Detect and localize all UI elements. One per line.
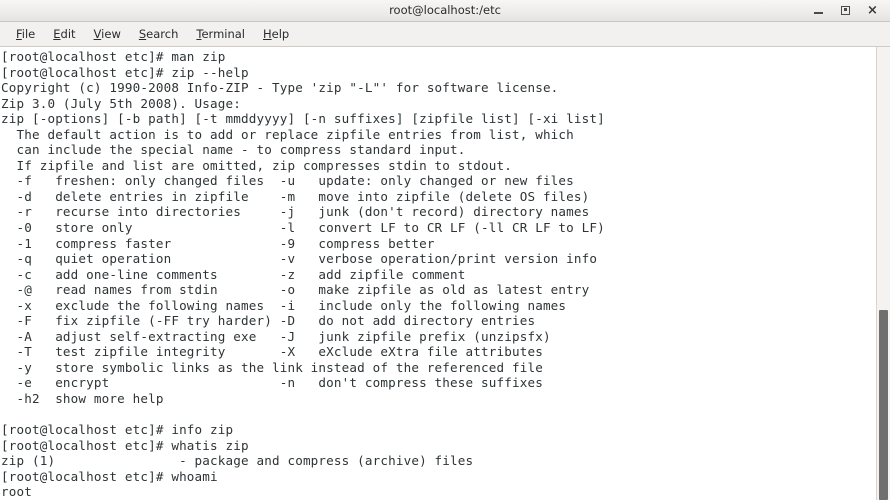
terminal-line: -A adjust self-extracting exe -J junk zi… (1, 328, 551, 344)
terminal-line: -y store symbolic links as the link inst… (1, 359, 543, 375)
menu-label: elp (271, 27, 290, 41)
terminal-line: [root@localhost etc]# whoami (1, 468, 218, 484)
terminal-line: -c add one-line comments -z add zipfile … (1, 266, 466, 282)
menu-item-search[interactable]: Search (130, 25, 188, 43)
menu-item-file[interactable]: File (7, 25, 44, 43)
menu-item-terminal[interactable]: Terminal (187, 25, 254, 43)
terminal-output[interactable]: [root@localhost etc]# man zip [root@local… (0, 47, 876, 500)
terminal-line: Zip 3.0 (July 5th 2008). Usage: (1, 95, 242, 111)
terminal-line: -F fix zipfile (-FF try harder) -D do no… (1, 313, 536, 329)
terminal-line: The default action is to add or replace … (1, 126, 574, 142)
terminal-line: root (1, 484, 32, 500)
terminal-line: [root@localhost etc]# info zip (1, 422, 234, 438)
terminal-line: -e encrypt -n don't compress these suffi… (1, 375, 543, 391)
menu-item-view[interactable]: View (85, 25, 130, 43)
menubar: File Edit View Search Terminal Help (0, 22, 890, 47)
terminal-line: If zipfile and list are omitted, zip com… (1, 157, 512, 173)
menu-item-help[interactable]: Help (254, 25, 298, 43)
menu-item-edit[interactable]: Edit (44, 25, 84, 43)
menu-label: earch (146, 27, 179, 41)
menu-mnemonic: E (53, 27, 61, 41)
terminal-line: -d delete entries in zipfile -m move int… (1, 188, 590, 204)
window-controls: × (812, 4, 890, 17)
titlebar[interactable]: root@localhost:/etc × (0, 0, 890, 22)
menu-label: erminal (201, 27, 245, 41)
menu-label: iew (101, 27, 121, 41)
terminal-line: -@ read names from stdin -o make zipfile… (1, 282, 590, 298)
terminal-body: [root@localhost etc]# man zip [root@local… (0, 47, 890, 500)
scrollbar-thumb[interactable] (879, 309, 888, 500)
maximize-icon (841, 6, 850, 15)
terminal-line: -T test zipfile integrity -X eXclude eXt… (1, 344, 543, 360)
terminal-line: Copyright (c) 1990-2008 Info-ZIP - Type … (1, 80, 559, 96)
minimize-icon (814, 12, 823, 14)
menu-mnemonic: H (263, 27, 272, 41)
terminal-line: can include the special name - to compre… (1, 142, 466, 158)
terminal-line: [root@localhost etc]# man zip (1, 49, 226, 64)
terminal-line: -x exclude the following names -i includ… (1, 297, 567, 313)
terminal-line: [root@localhost etc]# whatis zip (1, 437, 249, 453)
minimize-button[interactable] (812, 4, 825, 17)
terminal-line: [root@localhost etc]# zip --help (1, 64, 249, 80)
terminal-line: -0 store only -l convert LF to CR LF (-l… (1, 220, 605, 236)
terminal-line: -f freshen: only changed files -u update… (1, 173, 574, 189)
terminal-line: zip [-options] [-b path] [-t mmddyyyy] [… (1, 111, 605, 127)
terminal-window: root@localhost:/etc × File Edit View Sea… (0, 0, 890, 500)
maximize-button[interactable] (839, 4, 852, 17)
window-title: root@localhost:/etc (389, 3, 501, 17)
menu-label: ile (21, 27, 36, 41)
terminal-line: zip (1) - package and compress (archive)… (1, 453, 474, 469)
menu-label: dit (60, 27, 76, 41)
vertical-scrollbar[interactable] (876, 47, 890, 500)
terminal-line: -q quiet operation -v verbose operation/… (1, 251, 598, 267)
terminal-line: -r recurse into directories -j junk (don… (1, 204, 590, 220)
close-icon: × (867, 3, 878, 18)
terminal-line: -h2 show more help (1, 391, 164, 407)
close-button[interactable]: × (866, 4, 879, 17)
terminal-line: -1 compress faster -9 compress better (1, 235, 435, 251)
